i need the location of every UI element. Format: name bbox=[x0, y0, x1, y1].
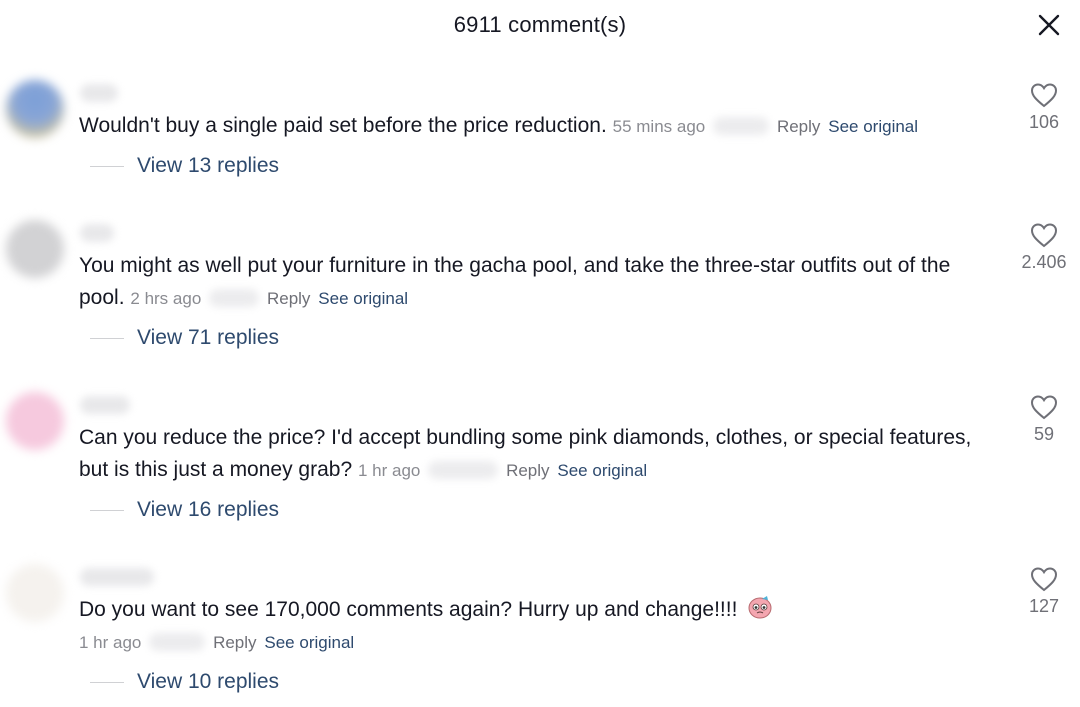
heart-outline-icon bbox=[1030, 83, 1058, 108]
replies-divider bbox=[90, 509, 124, 511]
view-replies-button[interactable]: View 71 replies bbox=[90, 322, 279, 354]
replies-divider bbox=[90, 165, 124, 167]
view-replies-button[interactable]: View 10 replies bbox=[90, 666, 279, 698]
username-blurred[interactable] bbox=[80, 224, 114, 242]
reply-button[interactable]: Reply bbox=[506, 461, 549, 480]
avatar[interactable] bbox=[6, 392, 64, 450]
avatar[interactable] bbox=[6, 564, 64, 622]
see-original-link[interactable]: See original bbox=[318, 289, 408, 308]
location-blurred bbox=[428, 461, 499, 480]
see-original-link[interactable]: See original bbox=[828, 117, 918, 136]
username-blurred[interactable] bbox=[80, 84, 118, 102]
avatar[interactable] bbox=[6, 220, 64, 278]
like-count: 106 bbox=[1028, 112, 1060, 132]
like-button[interactable]: 106 bbox=[1014, 82, 1074, 133]
avatar[interactable] bbox=[6, 80, 64, 138]
see-original-link[interactable]: See original bbox=[264, 633, 354, 652]
view-replies-label: View 13 replies bbox=[137, 154, 280, 177]
heart-outline-icon bbox=[1030, 395, 1058, 420]
location-blurred bbox=[209, 289, 260, 308]
like-count: 2.406 bbox=[1021, 252, 1067, 272]
view-replies-label: View 16 replies bbox=[137, 498, 280, 521]
username-blurred[interactable] bbox=[80, 396, 130, 414]
pleading-face-emoji bbox=[748, 596, 772, 619]
like-button[interactable]: 59 bbox=[1014, 394, 1074, 445]
comment-text: Wouldn't buy a single paid set before th… bbox=[79, 114, 607, 137]
comment-body: You might as well put your furniture in … bbox=[79, 250, 999, 315]
comments-header: 6911 comment(s) bbox=[0, 0, 1080, 52]
comment-time: 2 hrs ago bbox=[130, 289, 202, 308]
heart-outline-icon bbox=[1030, 567, 1058, 592]
location-blurred bbox=[149, 633, 206, 652]
replies-divider bbox=[90, 681, 124, 683]
comment-body: Can you reduce the price? I'd accept bun… bbox=[79, 422, 999, 487]
like-button[interactable]: 2.406 bbox=[1014, 222, 1074, 273]
username-blurred[interactable] bbox=[80, 568, 154, 586]
replies-divider bbox=[90, 337, 124, 339]
see-original-link[interactable]: See original bbox=[557, 461, 647, 480]
comment-count-title: 6911 comment(s) bbox=[453, 12, 627, 37]
view-replies-button[interactable]: View 16 replies bbox=[90, 494, 279, 526]
close-button[interactable] bbox=[1036, 10, 1062, 40]
reply-button[interactable]: Reply bbox=[267, 289, 310, 308]
view-replies-label: View 71 replies bbox=[137, 326, 280, 349]
comment-body: Do you want to see 170,000 comments agai… bbox=[79, 594, 999, 659]
view-replies-button[interactable]: View 13 replies bbox=[90, 150, 279, 182]
like-count: 59 bbox=[1033, 424, 1055, 444]
comment-time: 55 mins ago bbox=[612, 117, 706, 136]
comment-text: Do you want to see 170,000 comments agai… bbox=[79, 598, 738, 621]
reply-button[interactable]: Reply bbox=[213, 633, 256, 652]
reply-button[interactable]: Reply bbox=[777, 117, 820, 136]
heart-outline-icon bbox=[1030, 223, 1058, 248]
view-replies-label: View 10 replies bbox=[137, 670, 280, 693]
location-blurred bbox=[713, 117, 770, 136]
comment-time: 1 hr ago bbox=[79, 633, 142, 652]
comment-body: Wouldn't buy a single paid set before th… bbox=[79, 110, 999, 143]
like-count: 127 bbox=[1028, 596, 1060, 616]
close-icon bbox=[1038, 14, 1060, 36]
like-button[interactable]: 127 bbox=[1014, 566, 1074, 617]
comment-time: 1 hr ago bbox=[358, 461, 421, 480]
